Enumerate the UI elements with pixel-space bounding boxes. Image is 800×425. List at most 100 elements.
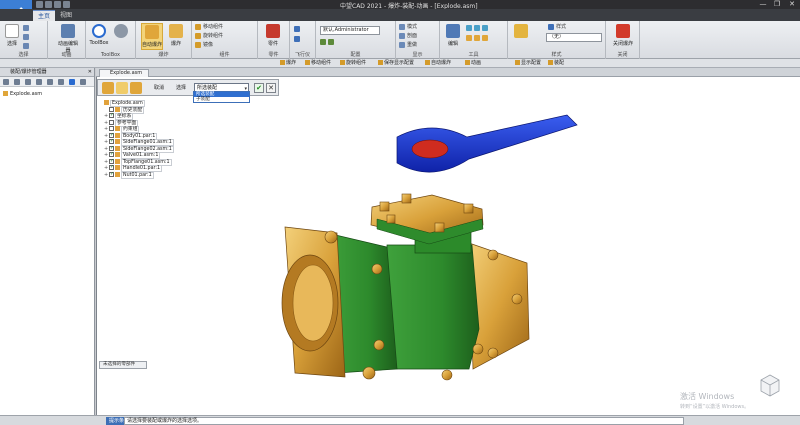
flight-opt2[interactable] [294,35,302,43]
feature-tree: Explode.asm历史装配+坐标系+参考平面+约束组+Body01.par:… [99,100,199,179]
select-button[interactable]: 选择 [2,23,22,50]
cmd-move[interactable]: 移动组件 [305,60,331,67]
visibility-checkbox[interactable] [109,164,114,171]
qat-open-icon[interactable] [45,1,52,8]
qat-undo-icon[interactable] [63,1,70,8]
cmd-save-display[interactable]: 保存显示配置 [378,60,414,67]
pane-tool-6-icon[interactable] [58,79,64,85]
part-icon [115,139,120,144]
tab-view[interactable]: 视图 [55,10,77,21]
style-label: 样式 [548,23,566,31]
group-display: 模式 剖面 重做 显示 [396,21,440,59]
move-icon [195,23,201,30]
qat-new-icon[interactable] [36,1,43,8]
cmd-explode-icon [280,60,285,65]
option-subassembly[interactable]: 子装配 [194,97,249,102]
explode-step-icon[interactable] [116,82,128,94]
cmd-assembly[interactable]: 装配 [548,60,564,67]
move-component-button[interactable]: 移动组件 [195,23,223,31]
tool-opt1[interactable] [466,24,490,32]
toolbox-button[interactable]: ToolBox [89,23,109,50]
auto-explode-button[interactable]: 自动爆炸 [141,23,163,50]
select-opt3[interactable] [23,42,31,50]
cancel-button[interactable]: 取消 [150,82,168,94]
cmd-explode[interactable]: 爆炸 [280,60,296,67]
select-opt1[interactable] [23,24,31,32]
accept-button[interactable]: ✔ [254,83,264,93]
close-window-button[interactable]: ✕ [785,0,799,9]
minimize-button[interactable]: — [756,0,770,9]
pane-tool-2-icon[interactable] [14,79,20,85]
close-explode-button[interactable]: 关闭爆炸 [612,23,634,50]
group-animation: 动画编辑器 动画 [48,21,86,59]
explode-mode-icon[interactable] [102,82,114,94]
visibility-checkbox[interactable] [109,126,114,131]
visibility-checkbox[interactable] [109,138,114,145]
pane-close-icon[interactable]: ✕ [88,68,92,77]
style-icon [548,23,554,30]
pane-tool-1-icon[interactable] [3,79,9,85]
maximize-button[interactable]: ❐ [770,0,784,9]
visibility-checkbox[interactable] [109,171,114,177]
animation-editor-button[interactable]: 动画编辑器 [56,23,80,54]
scope-dropdown-list: 所选装配 子装配 [193,91,250,103]
view-cube-icon[interactable] [757,372,783,398]
group-flight: 飞行仪 [290,21,316,59]
pane-tool-4-icon[interactable] [36,79,42,85]
redo-button[interactable]: 重做 [399,41,417,49]
visibility-checkbox[interactable] [109,145,114,151]
flight-opt1[interactable] [294,25,302,33]
part-icon [115,165,120,170]
tab-home[interactable]: 主页 [33,10,56,21]
cmd-animation[interactable]: 动画 [465,60,481,67]
pane-tool-7-icon[interactable] [69,79,75,85]
toolbox-extra-button[interactable] [111,23,131,50]
cmd-auto-explode[interactable]: 自动爆炸 [425,60,451,67]
pane-header: 装配/爆炸管理器 ✕ [0,68,94,77]
cmd-save-icon [378,60,383,65]
visibility-checkbox[interactable] [109,151,114,158]
style-combo[interactable]: （无） [546,33,602,42]
edit-icon [446,24,460,38]
pane-tool-3-icon[interactable] [25,79,31,85]
visibility-checkbox[interactable] [109,106,114,112]
config-opt[interactable] [320,38,336,46]
explode-toolbar: 取消 选择 所选装配 ▾ ✔ ✕ [97,79,279,96]
close-toolbar-button[interactable]: ✕ [266,83,276,93]
explode-button[interactable]: 爆炸 [166,23,186,50]
select-opt2[interactable] [23,33,31,41]
explode-group-icon[interactable] [130,82,142,94]
tree-row[interactable]: +Nut01.par:1 [99,171,199,179]
tool-opt2[interactable] [466,34,490,42]
part-icon [104,100,109,105]
pane-root-item[interactable]: Explode.asm [3,91,42,97]
ribbon-tab-bar: 主页 视图 [0,9,800,21]
user-config-combo[interactable]: 默认,Administrator [320,26,380,35]
mode-button[interactable]: 模式 [399,23,417,31]
doc-tab-explode[interactable]: Explode.asm [99,69,150,77]
pane-tool-5-icon[interactable] [47,79,53,85]
ribbon: 选择 选择 动画编辑器 动画 ToolBox ToolBox 自动爆炸 爆炸 爆… [0,21,800,59]
pane-tool-8-icon[interactable] [80,79,86,85]
unselected-components-box[interactable]: 未选择的零部件 [99,361,147,369]
visibility-checkbox[interactable] [109,158,114,164]
material-button[interactable] [511,23,531,50]
visibility-checkbox[interactable] [109,119,114,125]
visibility-checkbox[interactable] [109,112,114,119]
select-mode-button[interactable]: 选择 [172,82,190,94]
cmd-display-config[interactable]: 显示配置 [515,60,541,67]
mode-icon [399,23,405,30]
group-config: 默认,Administrator 配置 [316,21,396,59]
visibility-checkbox[interactable] [109,132,114,138]
cmd-rotate[interactable]: 旋转组件 [340,60,366,67]
section-button[interactable]: 剖面 [399,32,417,40]
edit-button[interactable]: 编辑 [443,23,463,50]
mirror-button[interactable]: 镜像 [195,41,213,49]
pane-toolbar [0,77,94,87]
mirror-icon [195,41,201,48]
gear-icon [114,24,128,38]
qat-save-icon[interactable] [54,1,61,8]
rotate-component-button[interactable]: 旋转组件 [195,32,223,40]
3d-viewport[interactable] [96,77,800,415]
parts-button[interactable]: 零件 [263,23,283,50]
